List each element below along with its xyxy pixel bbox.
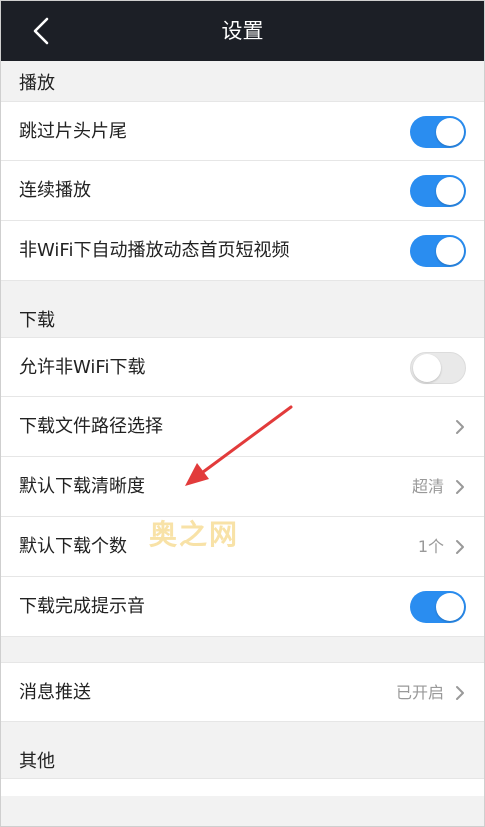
setting-label: 默认下载清晰度 bbox=[19, 476, 145, 497]
setting-row-download-sound[interactable]: 下载完成提示音 bbox=[1, 577, 484, 637]
settings-screen: 设置 播放 跳过片头片尾 连续播放 非WiFi下自动播放动态首页短视频 下载 允… bbox=[0, 0, 485, 827]
watermark-logo: 奥之网 bbox=[149, 518, 240, 551]
setting-label: 连续播放 bbox=[19, 180, 91, 201]
setting-row-default-quality[interactable]: 默认下载清晰度 超清 bbox=[1, 457, 484, 517]
section-header-download: 下载 bbox=[1, 281, 484, 337]
setting-label: 跳过片头片尾 bbox=[19, 121, 127, 142]
setting-label: 下载文件路径选择 bbox=[19, 416, 163, 437]
toggle-knob bbox=[436, 177, 464, 205]
continuous-play-toggle[interactable] bbox=[410, 175, 466, 207]
allow-non-wifi-download-toggle[interactable] bbox=[410, 352, 466, 384]
setting-row-autoplay-non-wifi[interactable]: 非WiFi下自动播放动态首页短视频 bbox=[1, 221, 484, 281]
toggle-knob bbox=[436, 237, 464, 265]
toggle-knob bbox=[436, 118, 464, 146]
setting-row-skip-intro[interactable]: 跳过片头片尾 bbox=[1, 101, 484, 161]
nav-bar: 设置 bbox=[1, 1, 484, 61]
toggle-knob bbox=[413, 354, 441, 382]
settings-list: 播放 跳过片头片尾 连续播放 非WiFi下自动播放动态首页短视频 下载 允许非W… bbox=[1, 61, 484, 796]
chevron-right-icon bbox=[454, 539, 466, 555]
autoplay-non-wifi-toggle[interactable] bbox=[410, 235, 466, 267]
push-group: 消息推送 已开启 bbox=[1, 662, 484, 722]
setting-value: 1个 bbox=[417, 537, 444, 556]
section-header-playback: 播放 bbox=[1, 61, 484, 101]
setting-row-download-path[interactable]: 下载文件路径选择 bbox=[1, 397, 484, 457]
setting-row-continuous-play[interactable]: 连续播放 bbox=[1, 161, 484, 221]
skip-intro-toggle[interactable] bbox=[410, 116, 466, 148]
setting-label: 默认下载个数 bbox=[19, 536, 127, 557]
setting-label: 消息推送 bbox=[19, 682, 91, 703]
download-sound-toggle[interactable] bbox=[410, 591, 466, 623]
section-header-other: 其他 bbox=[1, 722, 484, 778]
section-gap bbox=[1, 637, 484, 662]
setting-value: 已开启 bbox=[395, 683, 444, 702]
download-group: 允许非WiFi下载 下载文件路径选择 默认下载清晰度 超清 默认下载个数 1个 bbox=[1, 337, 484, 637]
setting-label: 非WiFi下自动播放动态首页短视频 bbox=[19, 240, 290, 261]
page-title: 设置 bbox=[221, 19, 264, 43]
playback-group: 跳过片头片尾 连续播放 非WiFi下自动播放动态首页短视频 bbox=[1, 101, 484, 281]
toggle-knob bbox=[436, 593, 464, 621]
setting-row-push-notifications[interactable]: 消息推送 已开启 bbox=[1, 662, 484, 722]
chevron-right-icon bbox=[454, 419, 466, 435]
setting-value: 超清 bbox=[411, 477, 444, 496]
setting-label: 允许非WiFi下载 bbox=[19, 357, 146, 378]
other-group-top bbox=[1, 778, 484, 796]
setting-row-allow-non-wifi-download[interactable]: 允许非WiFi下载 bbox=[1, 337, 484, 397]
setting-label: 下载完成提示音 bbox=[19, 596, 145, 617]
chevron-right-icon bbox=[454, 685, 466, 701]
chevron-right-icon bbox=[454, 479, 466, 495]
setting-row-default-count[interactable]: 默认下载个数 1个 bbox=[1, 517, 484, 577]
